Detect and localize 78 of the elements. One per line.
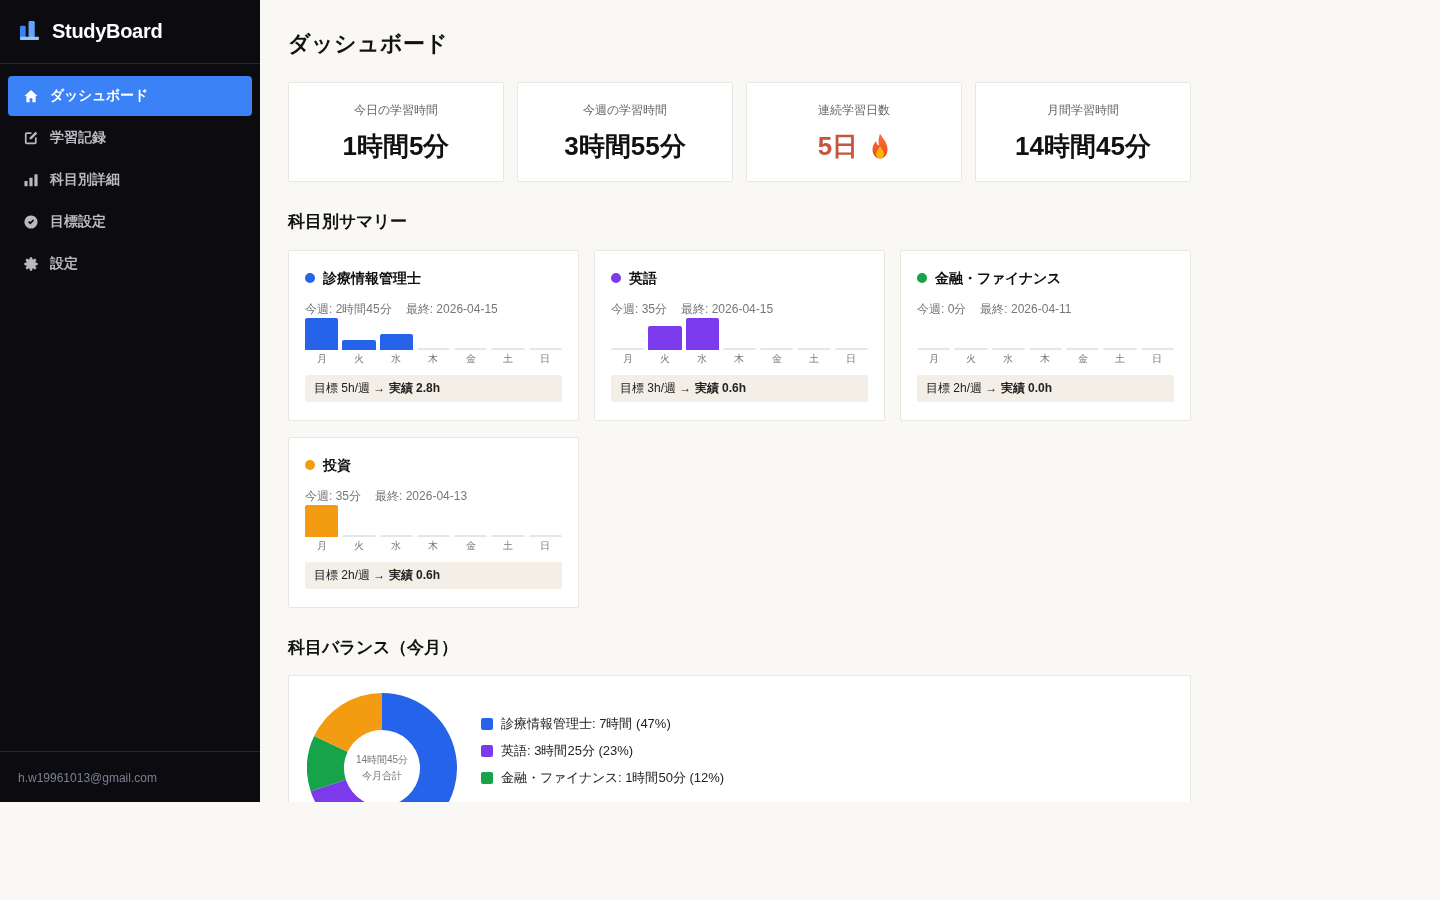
day-label: 月	[621, 352, 634, 366]
nav-item[interactable]: 設定	[8, 244, 252, 284]
stat-value: 1時間5分	[342, 130, 450, 163]
day-label: 日	[539, 539, 552, 553]
subject-name: 投資	[323, 456, 351, 475]
day-label: 土	[1114, 352, 1127, 366]
subject-name: 金融・ファイナンス	[935, 269, 1061, 288]
stat-label: 今日の学習時間	[354, 102, 438, 118]
stat-label: 今週の学習時間	[583, 102, 667, 118]
weekly-time: 今週: 35分	[611, 301, 667, 317]
day-label: 火	[964, 352, 977, 366]
day-label: 火	[352, 539, 365, 553]
day-label: 金	[770, 352, 783, 366]
legend-label: 金融・ファイナンス: 1時間50分 (12%)	[501, 769, 725, 787]
goal-summary: 目標 2h/週 → 実績 0.6h	[305, 562, 562, 589]
last-studied-date: 最終: 2026-04-13	[375, 488, 468, 504]
stat-label: 月間学習時間	[1047, 102, 1119, 118]
weekly-time: 今週: 2時間45分	[305, 301, 392, 317]
subject-name: 診療情報管理士	[323, 269, 421, 288]
section-title: 科目別サマリー	[288, 211, 408, 233]
day-label: 火	[352, 352, 365, 366]
settings-icon	[24, 257, 38, 271]
day-label: 木	[733, 352, 746, 366]
chart-bar	[305, 318, 339, 350]
last-studied-date: 最終: 2026-04-15	[681, 301, 774, 317]
stat-value: 3時間55分	[564, 130, 686, 163]
day-label: 木	[427, 539, 440, 553]
goal-summary: 目標 5h/週 → 実績 2.8h	[305, 375, 562, 402]
total-label: 今月合計	[362, 769, 402, 783]
day-label: 日	[1151, 352, 1164, 366]
section-title: 科目バランス（今月）	[288, 637, 459, 659]
subject-name: 英語	[629, 269, 657, 288]
stat-value: 14時間45分	[1015, 130, 1151, 163]
day-label: 木	[1039, 352, 1052, 366]
bar-chart-icon	[24, 173, 38, 187]
edit-icon	[24, 131, 38, 145]
chart-bar	[685, 318, 719, 350]
chart-bar	[379, 334, 413, 350]
stat-value: 5日	[817, 130, 859, 163]
day-label: 水	[390, 539, 403, 553]
day-label: 水	[390, 352, 403, 366]
day-label: 月	[315, 352, 328, 366]
legend-label: 診療情報管理士: 7時間 (47%)	[501, 715, 671, 733]
day-label: 月	[315, 539, 328, 553]
stat-label: 連続学習日数	[818, 102, 890, 118]
nav-item[interactable]: 科目別詳細	[8, 160, 252, 200]
home-icon	[24, 89, 38, 103]
nav-item[interactable]: 学習記録	[8, 118, 252, 158]
app-name: StudyBoard	[52, 20, 163, 43]
day-label: 日	[845, 352, 858, 366]
day-label: 金	[1076, 352, 1089, 366]
total-time: 14時間45分	[355, 753, 409, 767]
day-label: 金	[464, 539, 477, 553]
chart-bar	[342, 340, 376, 350]
goal-summary: 目標 3h/週 → 実績 0.6h	[611, 375, 868, 402]
day-label: 月	[927, 352, 940, 366]
nav-item[interactable]: 目標設定	[8, 202, 252, 242]
day-label: 金	[464, 352, 477, 366]
chart-bar	[305, 505, 339, 537]
weekly-time: 今週: 35分	[305, 488, 361, 504]
last-studied-date: 最終: 2026-04-15	[405, 301, 498, 317]
day-label: 土	[502, 352, 515, 366]
legend-label: 英語: 3時間25分 (23%)	[501, 742, 634, 760]
user-email: h.w19961013@gmail.com	[18, 771, 157, 785]
page-title: ダッシュボード	[288, 30, 449, 58]
weekly-time: 今週: 0分	[917, 301, 967, 317]
day-label: 日	[539, 352, 552, 366]
day-label: 木	[427, 352, 440, 366]
day-label: 水	[1002, 352, 1015, 366]
nav-item[interactable]: ダッシュボード	[8, 76, 252, 116]
day-label: 火	[658, 352, 671, 366]
chart-bar	[648, 326, 682, 350]
day-label: 土	[502, 539, 515, 553]
bar-chart-logo-icon	[20, 21, 39, 40]
day-label: 土	[808, 352, 821, 366]
day-label: 水	[696, 352, 709, 366]
goal-summary: 目標 2h/週 → 実績 0.0h	[917, 375, 1174, 402]
last-studied-date: 最終: 2026-04-11	[980, 301, 1072, 317]
